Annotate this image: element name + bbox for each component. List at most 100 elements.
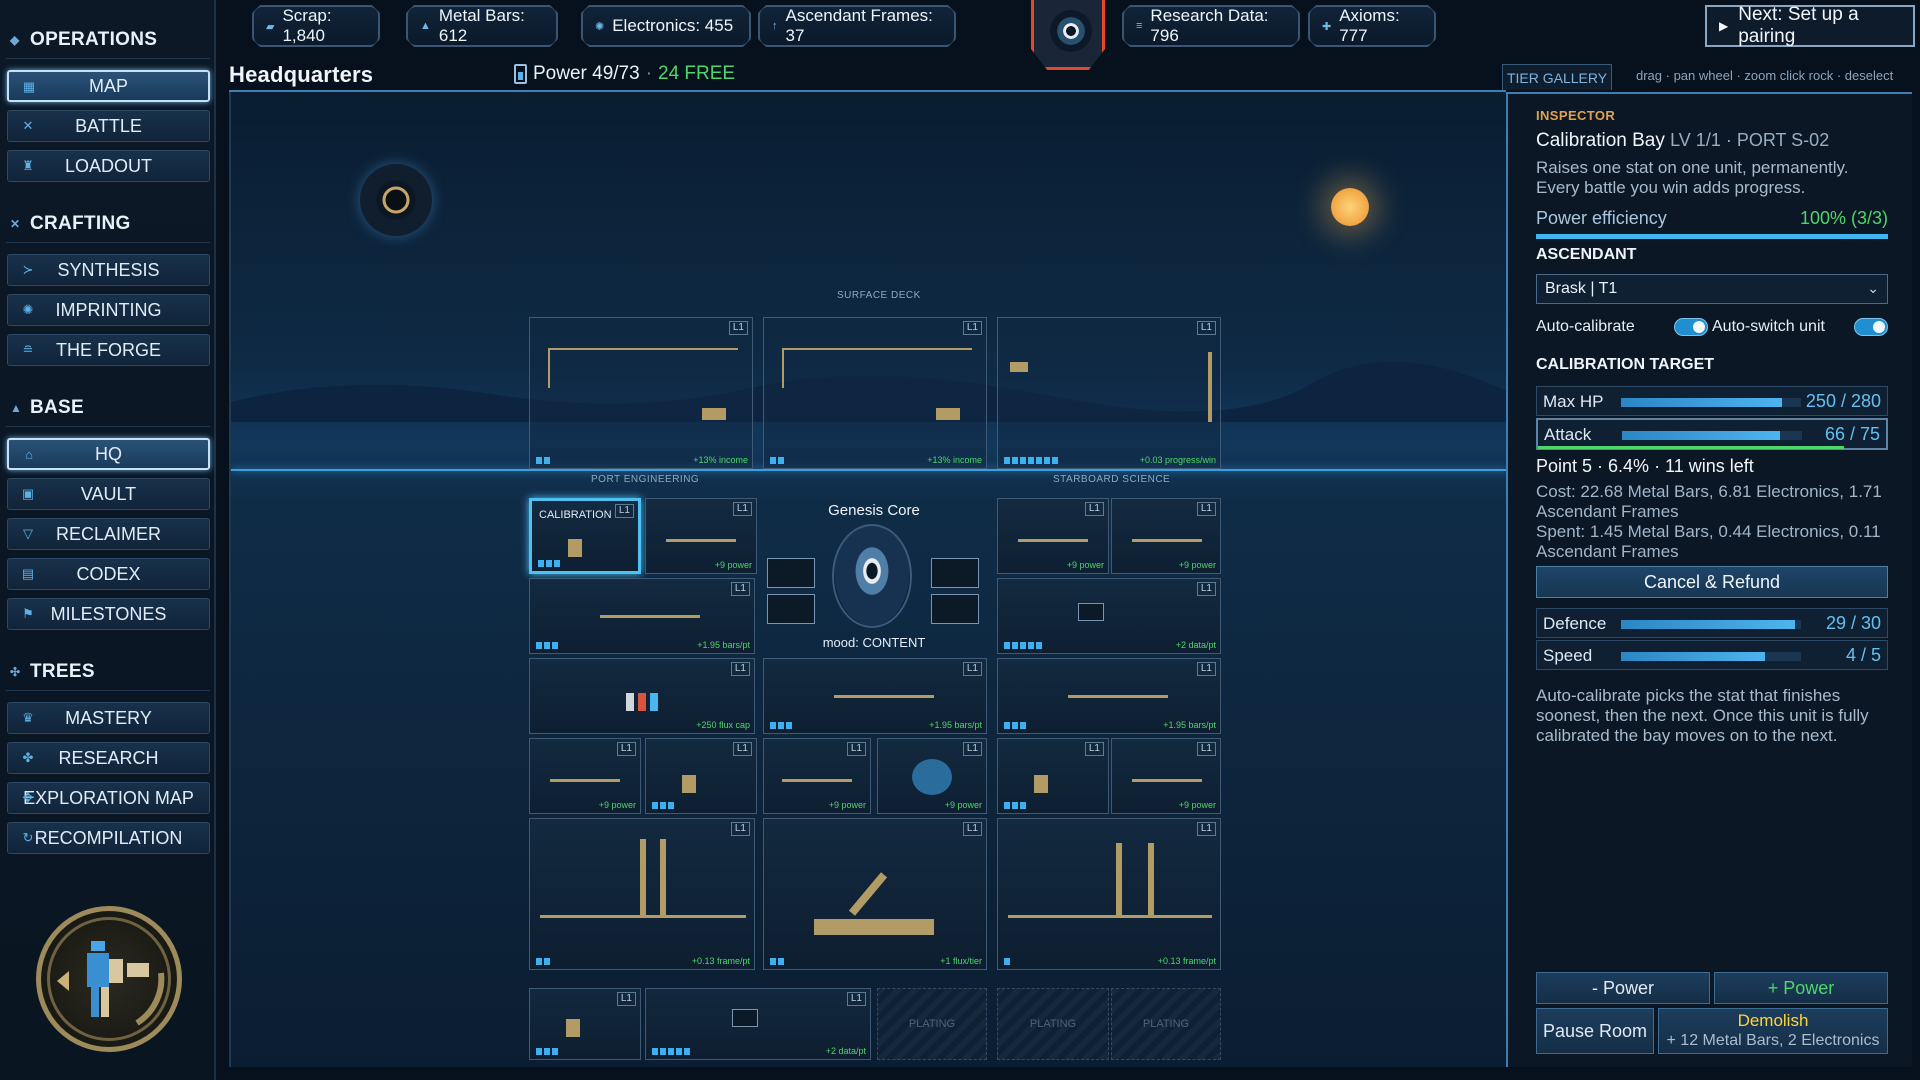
crossed-swords-icon: ✕	[22, 118, 34, 133]
atom-icon: ✤	[22, 750, 34, 765]
tier-gallery-tab[interactable]: TIER GALLERY	[1502, 64, 1612, 90]
room-smelter-2[interactable]: L1 +1.95 bars/pt	[763, 658, 987, 734]
nav-reclaimer[interactable]: ▽ RECLAIMER	[7, 518, 210, 550]
room-surface-2[interactable]: L1 +13% income	[763, 317, 987, 469]
plating-slot[interactable]: PLATING	[877, 988, 987, 1060]
nav-mastery[interactable]: ♛ MASTERY	[7, 702, 210, 734]
robot-icon	[682, 775, 696, 793]
tree-icon: ✣	[10, 665, 21, 679]
nav-milestones[interactable]: ⚑ MILESTONES	[7, 598, 210, 630]
nav-loadout[interactable]: ♜ LOADOUT	[7, 150, 210, 182]
room-title: Calibration Bay LV 1/1 · PORT S-02	[1536, 130, 1830, 151]
minus-power-button[interactable]: - Power	[1536, 972, 1710, 1004]
room-generator-5[interactable]: L1 +9 power	[763, 738, 871, 814]
resource-research-data: ≡ Research Data: 796	[1122, 5, 1300, 47]
room-smelter-1[interactable]: L1 +1.95 bars/pt	[529, 578, 755, 654]
refinery-icon	[814, 919, 934, 935]
nav-exploration-map[interactable]: ✥ EXPLORATION MAP	[7, 782, 210, 814]
pause-room-button[interactable]: Pause Room	[1536, 1008, 1654, 1054]
room-generator-3[interactable]: L1 +9 power	[1111, 498, 1221, 574]
room-surface-1[interactable]: L1 +13% income	[529, 317, 753, 469]
canister-icon	[638, 693, 646, 711]
generator-icon	[1132, 539, 1202, 542]
generator-icon	[1132, 779, 1202, 782]
smelter-icon	[834, 695, 934, 698]
room-calibration-bay[interactable]: CALIBRATION L1	[529, 498, 641, 574]
room-calibration-4[interactable]: L1	[529, 988, 641, 1060]
flag-icon: ⚑	[22, 606, 34, 621]
stat-speed[interactable]: Speed 4 / 5	[1536, 640, 1888, 670]
divider	[6, 426, 210, 427]
monitor-icon	[767, 594, 815, 624]
plating-slot[interactable]: PLATING	[1111, 988, 1221, 1060]
scrap-icon: ▰	[266, 20, 275, 33]
base-scene[interactable]: SURFACE DECK PORT ENGINEERING STARBOARD …	[229, 92, 1506, 1067]
room-generator-2[interactable]: L1 +9 power	[997, 498, 1109, 574]
room-smelter-3[interactable]: L1 +1.95 bars/pt	[997, 658, 1221, 734]
stat-defence[interactable]: Defence 29 / 30	[1536, 608, 1888, 638]
resource-electronics: ✺ Electronics: 455	[581, 5, 751, 47]
calibration-target-heading: CALIBRATION TARGET	[1536, 356, 1715, 373]
genesis-core-room[interactable]: Genesis Core mood: CONTENT	[759, 496, 989, 656]
demolish-button[interactable]: Demolish + 12 Metal Bars, 2 Electronics	[1658, 1008, 1888, 1054]
resource-ascendant-frames: ↑ Ascendant Frames: 37	[758, 5, 956, 47]
genesis-status-badge[interactable]	[1031, 0, 1105, 70]
room-frame-assembly-1[interactable]: L1 +0.13 frame/pt	[529, 818, 755, 970]
resource-axioms: ✚ Axioms: 777	[1308, 5, 1436, 47]
nav-battle[interactable]: ✕ BATTLE	[7, 110, 210, 142]
crate-icon	[702, 408, 726, 420]
cancel-refund-button[interactable]: Cancel & Refund	[1536, 566, 1888, 598]
nav-synthesis[interactable]: ≻ SYNTHESIS	[7, 254, 210, 286]
lamp-icon	[1010, 362, 1028, 372]
room-data-lab-2[interactable]: L1 +2 data/pt	[645, 988, 871, 1060]
nav-the-forge[interactable]: ≘ THE FORGE	[7, 334, 210, 366]
stat-attack[interactable]: Attack 66 / 75	[1536, 418, 1888, 450]
next-objective-button[interactable]: ▶ Next: Set up a pairing	[1705, 4, 1915, 47]
room-dome-generator[interactable]: L1 +9 power	[877, 738, 987, 814]
ascendant-select[interactable]: Brask | T1 ⌄	[1536, 274, 1888, 304]
section-operations: ◆ OPERATIONS	[10, 29, 158, 50]
monitor-icon	[1078, 603, 1104, 621]
plating-slot[interactable]: PLATING	[997, 988, 1109, 1060]
compass-icon: ✥	[22, 790, 34, 805]
auto-calibrate-toggle[interactable]	[1674, 318, 1708, 336]
room-generator-1[interactable]: L1 +9 power	[645, 498, 757, 574]
figure-icon: ♜	[22, 158, 34, 173]
diamond-icon: ◆	[10, 33, 20, 47]
zone-port-label: PORT ENGINEERING	[591, 474, 700, 485]
section-base: ▲ BASE	[10, 397, 84, 418]
monitor-icon	[732, 1009, 758, 1027]
nav-recompilation[interactable]: ↻ RECOMPILATION	[7, 822, 210, 854]
dome-icon	[912, 759, 952, 795]
sidebar: ◆ OPERATIONS ▦ MAP ✕ BATTLE ♜ LOADOUT ✕ CRAFT…	[0, 0, 216, 1080]
room-generator-4[interactable]: L1 +9 power	[529, 738, 641, 814]
gear-icon: ✺	[22, 302, 34, 317]
nav-imprinting[interactable]: ✺ IMPRINTING	[7, 294, 210, 326]
nav-map[interactable]: ▦ MAP	[7, 70, 210, 102]
mastery-icon: ♛	[22, 710, 34, 725]
room-flux-refinery[interactable]: L1 +1 flux/tier	[763, 818, 987, 970]
room-flux-storage[interactable]: L1 +250 flux cap	[529, 658, 755, 734]
robot-emblem-icon	[57, 941, 165, 1026]
room-generator-6[interactable]: L1 +9 power	[1111, 738, 1221, 814]
nav-codex[interactable]: ▤ CODEX	[7, 558, 210, 590]
press-icon	[640, 839, 646, 915]
room-calibration-2[interactable]: L1	[645, 738, 757, 814]
nav-vault[interactable]: ▣ VAULT	[7, 478, 210, 510]
room-frame-assembly-2[interactable]: L1 +0.13 frame/pt	[997, 818, 1221, 970]
generator-icon	[550, 779, 620, 782]
book-icon: ▤	[21, 566, 35, 581]
monitor-icon	[767, 558, 815, 588]
room-data-lab-1[interactable]: L1 +2 data/pt	[997, 578, 1221, 654]
ascendant-heading: ASCENDANT	[1536, 246, 1637, 263]
nav-hq[interactable]: ⌂ HQ	[7, 438, 210, 470]
room-surface-3[interactable]: L1 +0.03 progress/win	[997, 317, 1221, 469]
stat-max-hp[interactable]: Max HP 250 / 280	[1536, 386, 1888, 416]
monitor-icon	[931, 558, 979, 588]
nav-research[interactable]: ✤ RESEARCH	[7, 742, 210, 774]
plus-power-button[interactable]: + Power	[1714, 972, 1888, 1004]
divider	[6, 242, 210, 243]
hq-icon: ⌂	[25, 447, 33, 462]
room-calibration-3[interactable]: L1	[997, 738, 1109, 814]
auto-switch-toggle[interactable]	[1854, 318, 1888, 336]
